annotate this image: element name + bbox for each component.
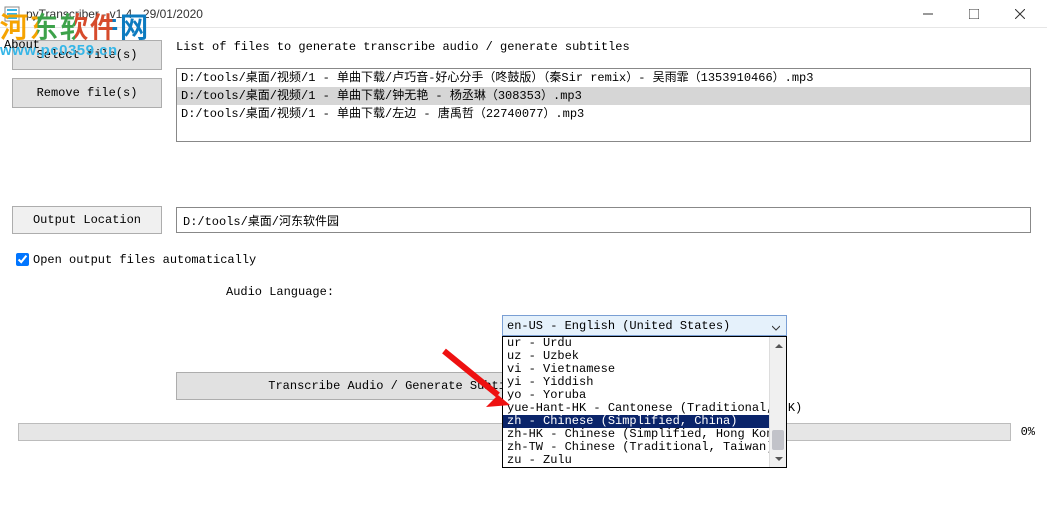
file-list-item[interactable]: D:/tools/桌面/视频/1 - 单曲下载/卢巧音-好心分手（咚鼓版）（秦S… bbox=[177, 69, 1030, 87]
file-list-caption: List of files to generate transcribe aud… bbox=[176, 40, 1039, 54]
output-location-button[interactable]: Output Location bbox=[12, 206, 162, 234]
close-button[interactable] bbox=[997, 0, 1043, 28]
open-output-checkbox[interactable] bbox=[16, 253, 29, 266]
minimize-button[interactable] bbox=[905, 0, 951, 28]
output-location-input[interactable] bbox=[176, 207, 1031, 233]
scroll-up-icon[interactable] bbox=[770, 337, 787, 354]
titlebar: pyTranscriber - v1.4 - 29/01/2020 bbox=[0, 0, 1047, 28]
file-list-item[interactable]: D:/tools/桌面/视频/1 - 单曲下载/钟无艳 - 杨丞琳（308353… bbox=[177, 87, 1030, 105]
audio-language-selected: en-US - English (United States) bbox=[507, 319, 730, 333]
progress-percent: 0% bbox=[1021, 425, 1035, 439]
window-title: pyTranscriber - v1.4 - 29/01/2020 bbox=[26, 7, 905, 21]
chevron-down-icon bbox=[772, 322, 780, 336]
about-label: About bbox=[4, 38, 40, 52]
language-option[interactable]: zu - Zulu bbox=[503, 454, 786, 467]
scroll-thumb[interactable] bbox=[772, 430, 784, 450]
maximize-button[interactable] bbox=[951, 0, 997, 28]
audio-language-label: Audio Language: bbox=[226, 285, 334, 299]
audio-language-select[interactable]: en-US - English (United States) bbox=[502, 315, 787, 336]
file-list[interactable]: D:/tools/桌面/视频/1 - 单曲下载/卢巧音-好心分手（咚鼓版）（秦S… bbox=[176, 68, 1031, 142]
file-list-item[interactable]: D:/tools/桌面/视频/1 - 单曲下载/左边 - 唐禹哲（2274007… bbox=[177, 105, 1030, 123]
open-output-label: Open output files automatically bbox=[33, 253, 256, 267]
remove-files-button[interactable]: Remove file(s) bbox=[12, 78, 162, 108]
app-icon bbox=[4, 6, 20, 22]
dropdown-scrollbar[interactable] bbox=[769, 337, 786, 467]
audio-language-dropdown[interactable]: ur - Urduuz - Uzbekvi - Vietnameseyi - Y… bbox=[502, 336, 787, 468]
scroll-down-icon[interactable] bbox=[770, 450, 787, 467]
